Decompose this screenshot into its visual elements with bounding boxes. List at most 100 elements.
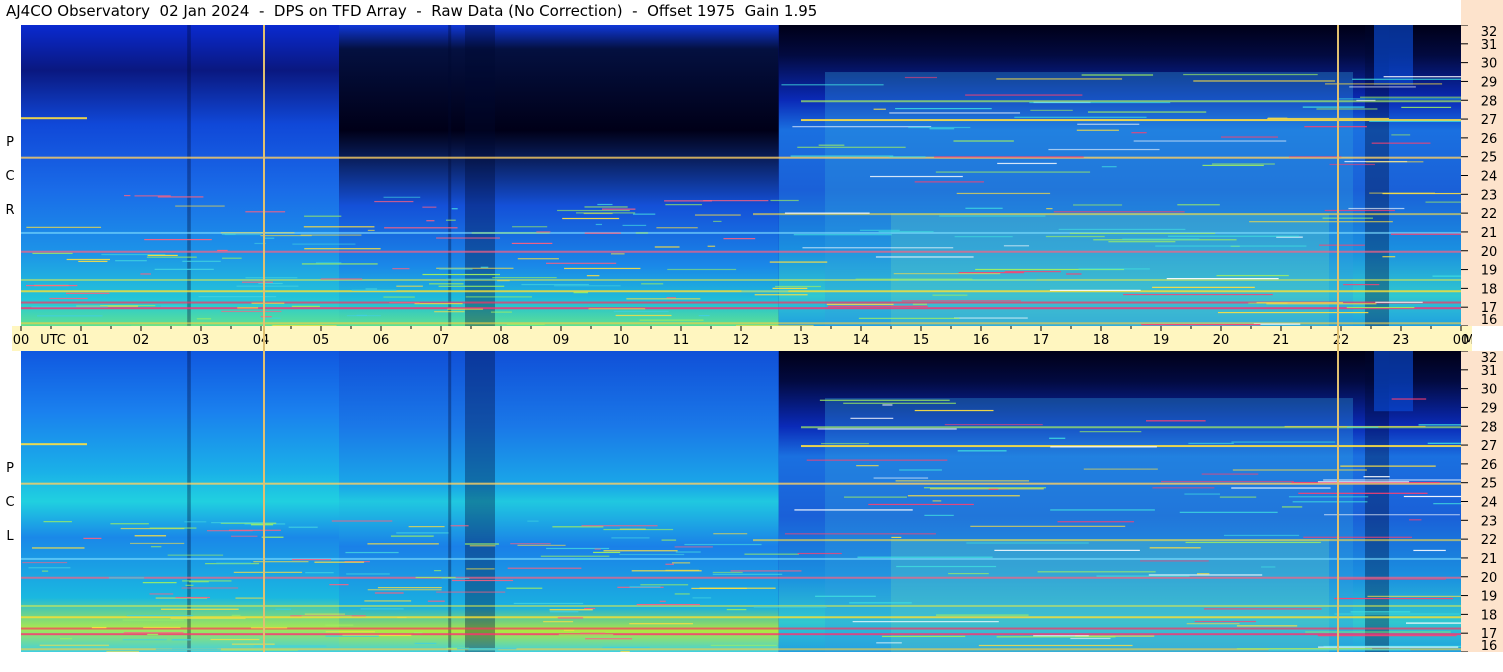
emission-streak xyxy=(436,237,500,239)
emission-streak xyxy=(175,205,225,207)
emission-streak xyxy=(784,533,936,535)
emission-streak xyxy=(1432,275,1461,277)
emission-streak xyxy=(712,573,783,575)
time-tick-label: 15 xyxy=(913,333,930,348)
emission-streak xyxy=(320,278,363,280)
emission-streak xyxy=(1322,217,1374,219)
emission-streak xyxy=(383,196,421,198)
emission-streak xyxy=(422,206,437,208)
emission-streak xyxy=(664,200,712,202)
emission-streak xyxy=(667,268,737,271)
lcp-letter-c: C xyxy=(5,495,15,510)
emission-streak xyxy=(471,232,550,234)
emission-streak xyxy=(1303,536,1413,538)
emission-streak xyxy=(1050,509,1155,511)
freq-unit-label: MHz xyxy=(1463,333,1472,348)
emission-streak xyxy=(1338,98,1461,100)
emission-streak xyxy=(586,275,600,277)
freq-tick-label: 32 xyxy=(1481,25,1498,40)
emission-streak xyxy=(584,232,621,234)
emission-streak xyxy=(1346,426,1379,428)
emission-streak xyxy=(875,256,974,258)
emission-streak xyxy=(367,589,442,591)
emission-streak xyxy=(1369,192,1435,194)
emission-streak xyxy=(671,562,691,564)
emission-streak xyxy=(546,262,617,264)
emission-streak xyxy=(855,278,973,280)
emission-streak xyxy=(184,521,207,523)
emission-streak xyxy=(469,545,496,547)
emission-streak xyxy=(1349,86,1416,88)
freq-tick-label: 27 xyxy=(1481,439,1498,454)
emission-streak xyxy=(464,543,499,545)
time-tick-label: 05 xyxy=(313,333,330,348)
emission-streak xyxy=(250,627,288,629)
emission-streak xyxy=(1288,496,1369,498)
freq-tick-label: 24 xyxy=(1481,170,1498,185)
emission-streak xyxy=(1323,479,1461,481)
emission-streak xyxy=(895,108,992,110)
emission-streak xyxy=(957,450,1007,452)
emission-streak xyxy=(1329,163,1375,166)
emission-streak xyxy=(182,580,232,582)
emission-streak xyxy=(1334,597,1454,600)
emission-streak xyxy=(1324,209,1395,212)
emission-streak xyxy=(1070,637,1111,640)
freq-tick-label: 29 xyxy=(1481,75,1498,90)
emission-streak xyxy=(422,273,501,276)
emission-streak xyxy=(1346,306,1415,309)
frequency-band xyxy=(21,278,1461,281)
emission-streak xyxy=(580,632,606,634)
emission-streak xyxy=(753,606,827,608)
emission-streak xyxy=(953,317,1028,319)
emission-streak xyxy=(549,611,579,613)
rcp-spectrogram xyxy=(21,25,1461,326)
emission-streak xyxy=(305,572,334,574)
emission-streak xyxy=(230,535,258,537)
time-tick-label: 19 xyxy=(1153,333,1170,348)
emission-streak xyxy=(1390,233,1461,235)
page-title: AJ4CO Observatory 02 Jan 2024 - DPS on T… xyxy=(6,2,818,20)
time-tick-label: 23 xyxy=(1393,333,1410,348)
emission-streak xyxy=(659,600,666,602)
emission-streak xyxy=(1253,323,1301,325)
emission-streak xyxy=(1231,441,1336,443)
time-tick-label: 22 xyxy=(1333,333,1350,348)
emission-streak xyxy=(221,233,236,235)
lcp-letter-l: L xyxy=(6,529,14,544)
emission-streak xyxy=(300,234,362,236)
emission-streak xyxy=(620,651,630,652)
emission-streak xyxy=(844,496,907,498)
emission-streak xyxy=(666,297,676,299)
time-marker-line xyxy=(1337,351,1339,652)
time-tick-label: 10 xyxy=(613,333,630,348)
emission-streak xyxy=(552,526,604,528)
emission-streak xyxy=(1350,611,1411,613)
emission-streak xyxy=(253,561,309,563)
emission-streak xyxy=(1352,78,1461,80)
emission-streak xyxy=(1096,575,1190,577)
emission-streak xyxy=(1155,245,1307,247)
emission-streak xyxy=(1433,503,1461,505)
emission-streak xyxy=(868,503,974,506)
emission-streak xyxy=(821,442,869,445)
emission-streak xyxy=(222,257,242,259)
frequency-band xyxy=(21,307,1461,310)
emission-streak xyxy=(1223,534,1300,537)
emission-streak xyxy=(245,277,298,279)
emission-streak xyxy=(32,252,73,255)
emission-streak xyxy=(914,181,984,183)
freq-tick-label: 18 xyxy=(1481,608,1498,623)
emission-streak xyxy=(895,480,1030,482)
emission-streak xyxy=(573,292,589,294)
emission-streak xyxy=(1220,136,1278,138)
emission-streak xyxy=(170,617,246,620)
rcp-label: R C P xyxy=(2,25,18,326)
emission-streak xyxy=(66,258,110,261)
emission-streak xyxy=(251,302,285,304)
emission-streak xyxy=(661,539,677,541)
emission-streak xyxy=(622,224,647,227)
emission-streak xyxy=(37,315,103,317)
emission-streak xyxy=(1152,286,1255,288)
emission-streak xyxy=(707,245,716,247)
